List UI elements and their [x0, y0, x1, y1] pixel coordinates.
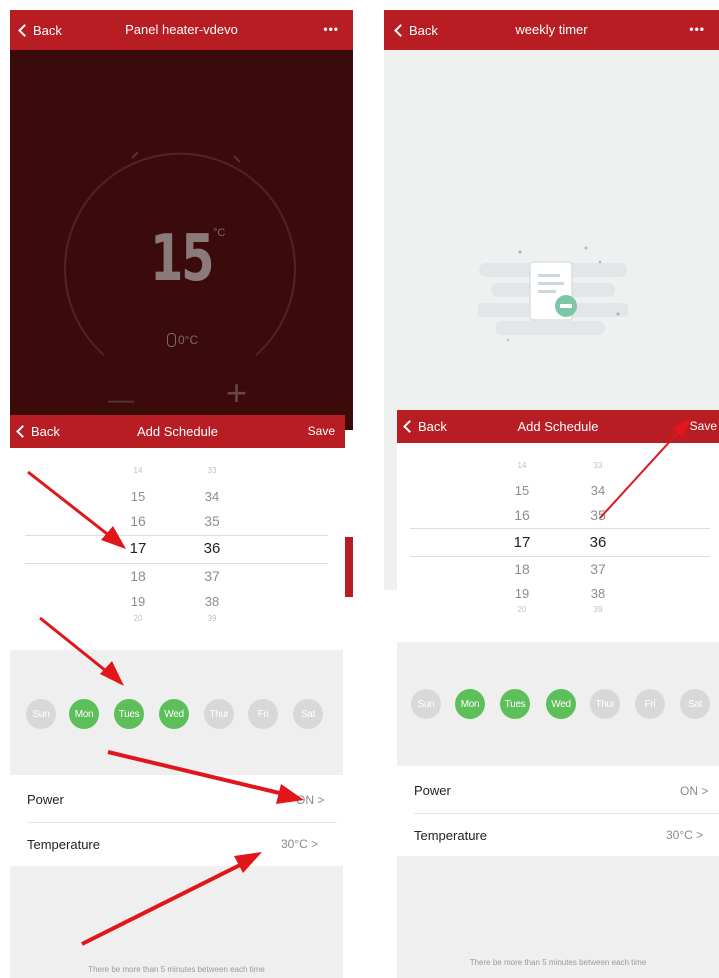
arrow-to-temperature-head [234, 852, 262, 873]
arrow-to-time-head [101, 526, 126, 549]
arrow-to-power [107, 750, 293, 798]
arrow-to-tues-head [100, 661, 124, 686]
arrow-to-temperature [81, 858, 251, 946]
arrow-to-save [599, 425, 685, 519]
arrow-to-power-head [276, 784, 304, 804]
annotation-arrows [27, 417, 692, 946]
arrow-to-time [27, 470, 121, 546]
